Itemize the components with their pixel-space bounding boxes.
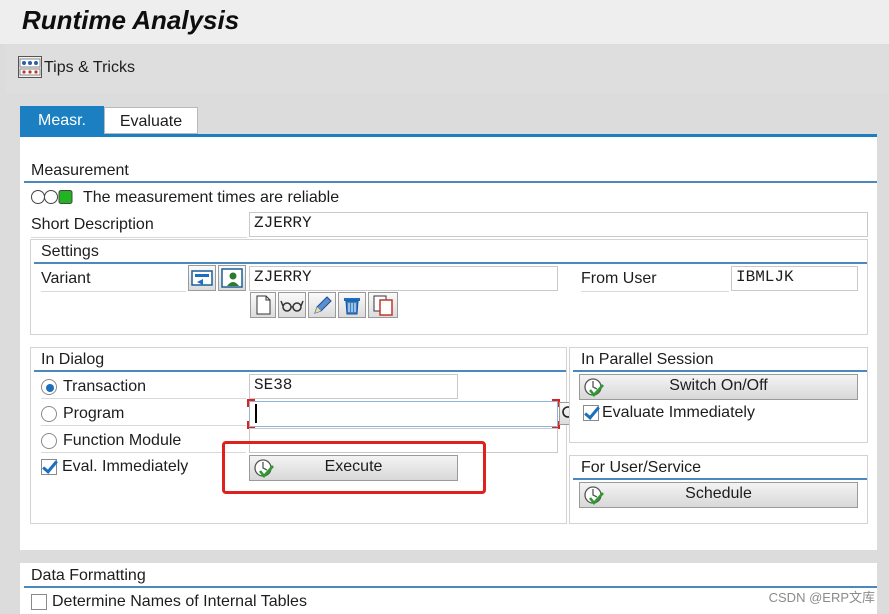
glasses-icon [280, 300, 304, 312]
copy-icon [373, 295, 393, 316]
transaction-radio[interactable] [41, 379, 57, 395]
switch-on-off-button[interactable]: Switch On/Off [579, 374, 858, 400]
execute-icon [584, 378, 604, 398]
toolbar: Tips & Tricks [6, 45, 889, 93]
pencil-icon [314, 296, 332, 314]
user-variant-icon [221, 268, 243, 288]
settings-title: Settings [41, 243, 99, 260]
separator [41, 291, 186, 292]
trash-icon [344, 298, 360, 315]
data-formatting-title-line [24, 586, 877, 588]
tab-measr[interactable]: Measr. [20, 106, 104, 134]
evaluate-immediately-label: Evaluate Immediately [602, 404, 755, 421]
text-cursor [255, 404, 257, 423]
watermark: CSDN @ERP文库 [768, 590, 875, 605]
separator [31, 237, 247, 238]
change-variant-button[interactable] [308, 292, 336, 318]
separator [41, 425, 246, 426]
variant-field[interactable]: ZJERRY [249, 266, 558, 291]
schedule-button[interactable]: Schedule [579, 482, 858, 508]
tips-and-tricks-button[interactable]: Tips & Tricks [6, 45, 156, 93]
new-variant-button[interactable] [250, 292, 276, 318]
function-module-radio[interactable] [41, 433, 57, 449]
variant-user-button[interactable] [218, 265, 246, 291]
execute-icon [584, 486, 604, 506]
determine-names-checkbox[interactable] [31, 594, 47, 610]
variant-label: Variant [41, 270, 91, 287]
new-document-icon [256, 295, 271, 315]
user-service-title-line [573, 478, 867, 480]
from-user-label: From User [581, 270, 657, 287]
separator [41, 398, 246, 399]
from-user-field[interactable]: IBMLJK [731, 266, 858, 291]
schedule-label: Schedule [685, 485, 752, 502]
highlight-box [222, 441, 486, 494]
measurement-title: Measurement [31, 162, 129, 179]
focus-corner [247, 399, 255, 407]
tips-icon [18, 56, 42, 78]
tips-label: Tips & Tricks [44, 59, 135, 76]
delete-variant-button[interactable] [338, 292, 366, 318]
program-field[interactable] [249, 401, 558, 427]
in-dialog-title: In Dialog [41, 351, 105, 368]
eval-immediately-checkbox[interactable] [41, 459, 57, 475]
function-module-label: Function Module [63, 432, 182, 449]
page-title: Runtime Analysis [22, 5, 240, 35]
short-description-field[interactable]: ZJERRY [249, 212, 868, 237]
tab-evaluate[interactable]: Evaluate [104, 107, 198, 134]
switch-on-off-label: Switch On/Off [669, 377, 768, 394]
parallel-session-title-line [573, 370, 867, 372]
user-service-title: For User/Service [581, 459, 702, 476]
display-variant-icon [191, 270, 213, 286]
separator [581, 291, 729, 292]
data-formatting-title: Data Formatting [31, 567, 146, 584]
program-label: Program [63, 405, 125, 422]
program-radio[interactable] [41, 406, 57, 422]
display-variant-button[interactable] [278, 292, 306, 318]
in-dialog-title-line [34, 370, 566, 372]
determine-names-label: Determine Names of Internal Tables [52, 593, 307, 610]
measurement-status-text: The measurement times are reliable [83, 189, 340, 206]
traffic-light-icon [31, 190, 73, 204]
variant-display-button[interactable] [188, 265, 216, 291]
short-description-label: Short Description [31, 216, 154, 233]
transaction-label: Transaction [63, 378, 146, 395]
evaluate-immediately-checkbox[interactable] [583, 405, 599, 421]
settings-title-line [34, 262, 867, 264]
measurement-title-line [24, 181, 877, 183]
eval-immediately-label: Eval. Immediately [62, 458, 189, 475]
transaction-field[interactable]: SE38 [249, 374, 458, 399]
parallel-session-title: In Parallel Session [581, 351, 714, 368]
copy-variant-button[interactable] [368, 292, 398, 318]
separator [41, 452, 246, 453]
title-bar: Runtime Analysis [0, 0, 889, 44]
